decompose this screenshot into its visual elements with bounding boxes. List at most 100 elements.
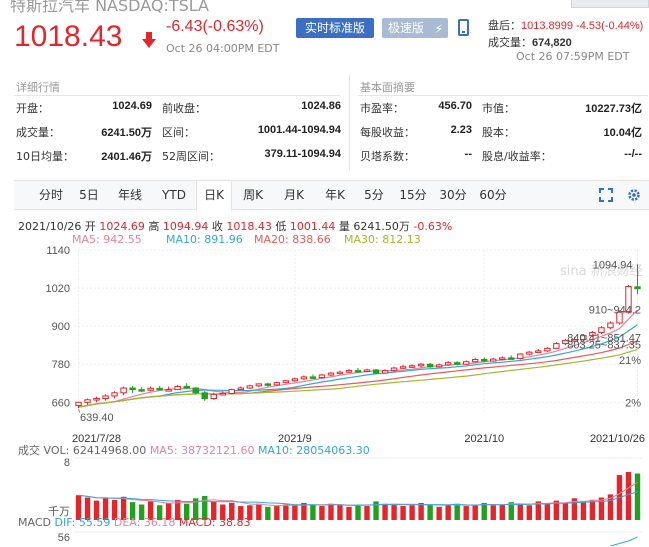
top-strip: 特斯拉汽车 NASDAQ:TSLA — [0, 0, 649, 14]
tab-2[interactable]: 年线 — [108, 181, 152, 210]
fundamentals-divider — [358, 95, 648, 96]
candle-body — [399, 366, 407, 369]
candle-body — [490, 358, 497, 362]
open-value: 1024.69 — [99, 220, 145, 233]
low-value: 1001.44 — [289, 220, 336, 233]
candle-body — [102, 395, 109, 399]
candle-body — [282, 380, 290, 384]
volume-bar — [256, 503, 262, 520]
high-value: 1094.94 — [162, 220, 209, 233]
vol-ma10: MA10: 28054063.30 — [258, 444, 370, 457]
macd-value: MACD: 38.83 — [178, 516, 251, 529]
candle-body — [481, 358, 488, 362]
pct-change: -0.63% — [413, 220, 453, 233]
fundamental-value: 10.04亿 — [603, 127, 642, 139]
price-change: -6.43(-0.63%) — [166, 18, 264, 35]
tab-7[interactable]: 年K — [316, 181, 354, 210]
after-hours-label: 盘后： — [488, 19, 521, 32]
candle-body — [508, 357, 515, 360]
fast-version-button[interactable]: 极速版 ⚡ — [382, 18, 448, 38]
close-value: 1018.43 — [226, 220, 272, 233]
low-annotation: 639.40 — [80, 412, 114, 424]
volume-bar — [319, 506, 325, 520]
kline-date: 2021/10/26 — [18, 220, 82, 233]
candle-body — [390, 367, 398, 372]
macd-dif: DIF: 55.59 — [54, 516, 111, 529]
section-divider — [349, 75, 350, 170]
candle-body — [84, 399, 91, 403]
candle-body — [544, 347, 551, 352]
volume-bar — [355, 504, 361, 520]
volume-bar — [517, 503, 523, 520]
candle-body — [499, 357, 506, 360]
candle-body — [210, 393, 217, 399]
candle-body — [336, 371, 344, 375]
y-tick-label: 780 — [52, 359, 70, 371]
candle-body — [237, 387, 244, 391]
volume-bar — [544, 503, 551, 520]
volume-bar — [265, 506, 271, 520]
after-hours-quote: 盘后：1013.8999 -4.53(-0.44%) — [488, 17, 643, 33]
candle-body — [120, 387, 127, 394]
gap-annotation: 910~944.2 — [589, 304, 641, 316]
tab-10[interactable]: 30分 — [434, 181, 472, 210]
vol-value: 6241.50万 — [353, 220, 410, 233]
fullscreen-icon[interactable] — [599, 188, 613, 202]
candle-body — [354, 370, 362, 373]
top-right-button[interactable] — [571, 0, 649, 8]
volume-bar — [634, 473, 641, 520]
tab-4[interactable]: 日K — [196, 181, 232, 211]
macd-max-label: 56 — [58, 532, 70, 544]
macd-header: MACD DIF: 55.59 DEA: 36.18 MACD: 38.83 — [18, 516, 251, 529]
open-label: 开 — [84, 220, 96, 233]
volume-header: 成交 VOL: 62414968.00 MA5: 38732121.60 MA1… — [18, 442, 370, 458]
candle-body — [526, 351, 533, 355]
lightning-icon: ⚡ — [434, 22, 443, 36]
volume-section-label: 成交 — [18, 444, 40, 457]
tab-1[interactable]: 5日 — [72, 181, 106, 210]
tab-5[interactable]: 周K — [234, 181, 272, 210]
detail-value: 1024.86 — [301, 100, 341, 112]
mobile-phone-icon[interactable] — [458, 19, 469, 36]
candle-body — [201, 392, 208, 400]
pct-tick-label: 21% — [619, 355, 641, 367]
tab-9[interactable]: 15分 — [394, 181, 432, 210]
volume-value: 674,820 — [532, 37, 572, 49]
vol-ma10-line — [78, 491, 638, 506]
quote-time: Oct 26 04:00PM EDT — [166, 42, 280, 55]
ma30-line — [78, 348, 638, 408]
kline-chart[interactable]: 1140102090078066021%2% sina 新浪财经 1094.94… — [0, 245, 649, 547]
volume-max-label: 8 — [64, 457, 70, 469]
candle-body — [462, 361, 470, 365]
high-annotation: 1094.94 — [593, 259, 633, 271]
volume-bar — [337, 505, 343, 520]
volume-bar — [526, 505, 533, 520]
x-tick-label: 2021/10/26 — [590, 433, 645, 445]
candle-body — [264, 383, 272, 386]
tab-8[interactable]: 5分 — [356, 181, 392, 210]
candle-body — [246, 385, 254, 389]
pct-tick-label: 2% — [625, 397, 641, 409]
realtime-standard-button[interactable]: 实时标准版 — [296, 18, 374, 38]
candle-body — [444, 362, 452, 366]
candle-body — [138, 389, 145, 392]
tab-11[interactable]: 60分 — [474, 181, 512, 210]
vol-total: VOL: 62414968.00 — [43, 444, 147, 457]
tab-3[interactable]: YTD — [154, 181, 194, 210]
volume-bar — [463, 506, 469, 520]
after-hours-volume: 成交量：674,820 — [488, 34, 572, 50]
gear-icon[interactable] — [627, 188, 641, 202]
volume-bar — [490, 505, 496, 520]
candle-body — [381, 370, 389, 374]
detail-value: 379.11-1094.94 — [264, 148, 341, 160]
candle-body — [634, 286, 641, 290]
macd-section-label: MACD — [18, 516, 51, 529]
fundamentals-section-title: 基本面摘要 — [360, 81, 415, 94]
chart-period-tabs: 分时 5日 年线 YTD 日K 周K 月K 年K 5分 15分 30分 60分 — [14, 180, 649, 211]
candle-body — [363, 369, 371, 372]
tab-0[interactable]: 分时 — [32, 181, 70, 210]
volume-bar — [454, 503, 460, 520]
candle-body — [156, 387, 163, 391]
volume-bar — [292, 505, 298, 520]
tab-6[interactable]: 月K — [274, 181, 314, 210]
